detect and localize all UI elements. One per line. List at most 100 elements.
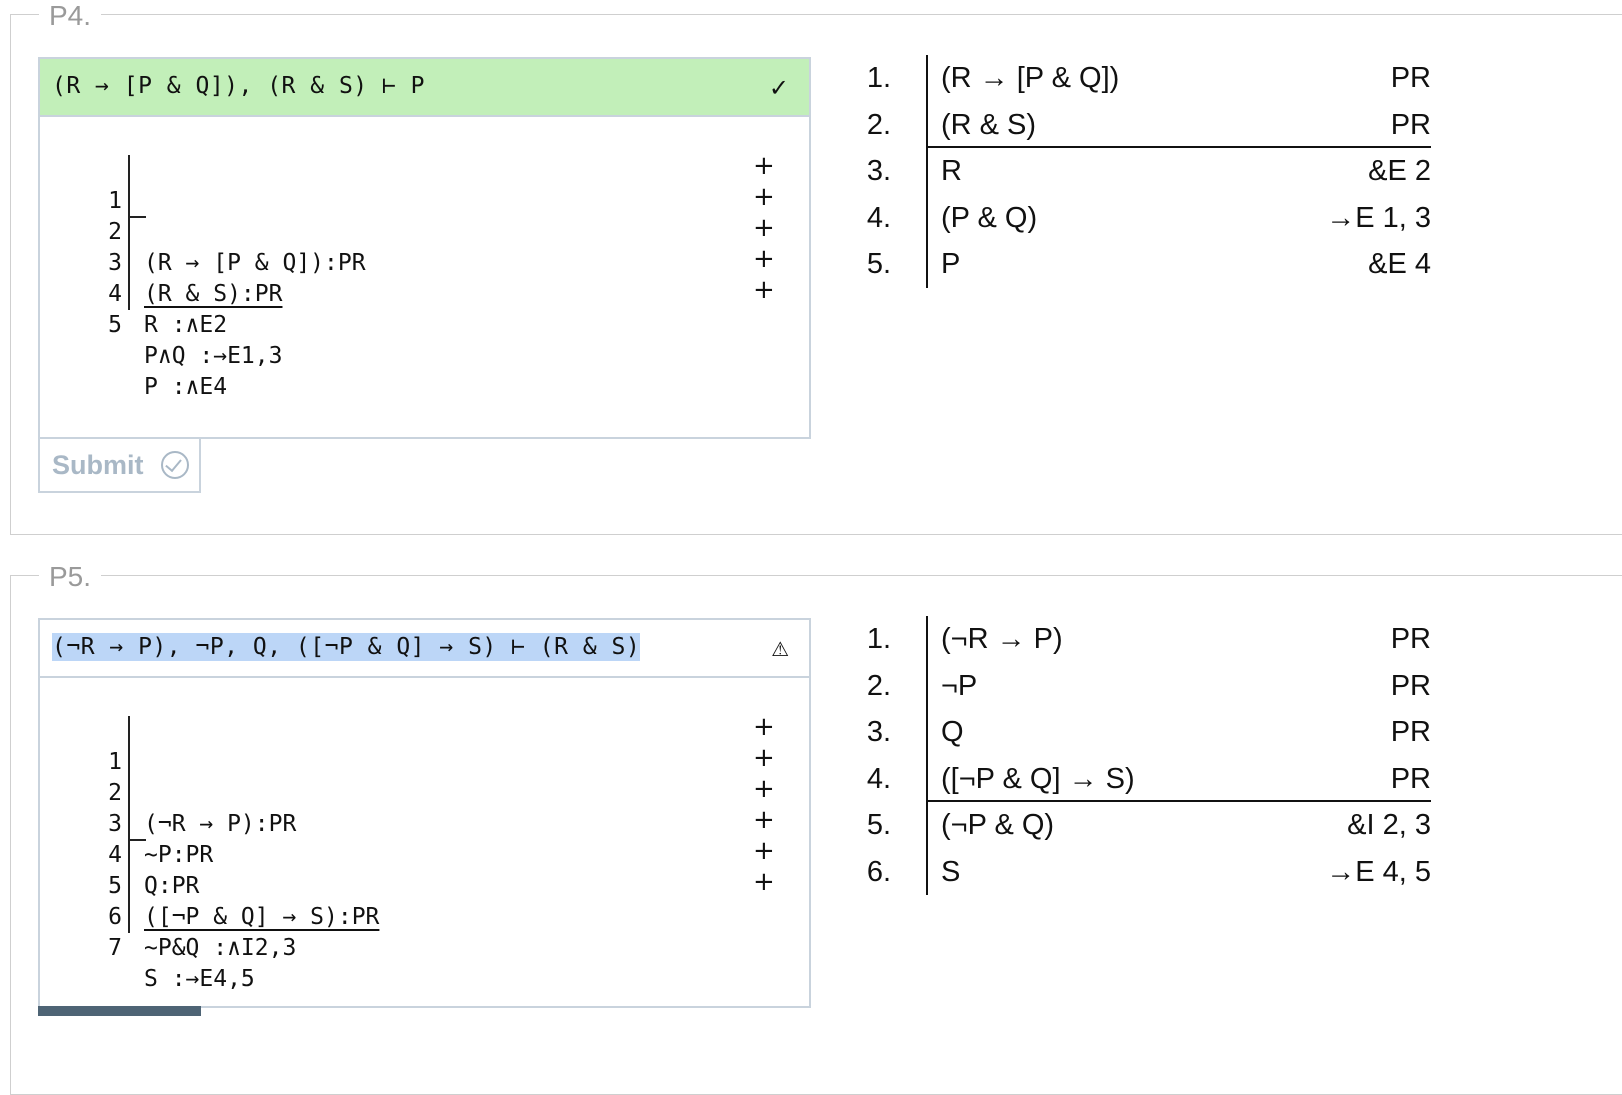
problem-label: P5. (39, 562, 102, 592)
proof-row: 3. R &E 2 (851, 148, 1431, 195)
proof-row: 2. ¬P PR (851, 662, 1431, 709)
add-line-button[interactable]: + (753, 774, 775, 805)
scope-bar (926, 802, 928, 849)
submit-label: Submit (52, 450, 144, 480)
proof-rule: →E 1, 3 (1326, 201, 1431, 234)
proof-formula: ¬P (941, 669, 978, 702)
scope-bar (926, 755, 928, 802)
add-line-button[interactable]: + (753, 712, 775, 743)
scope-bar (128, 248, 130, 279)
proof-formula: (P & Q) (941, 201, 1038, 234)
proof-rule: PR (1390, 762, 1431, 795)
submit-button[interactable] (38, 1006, 201, 1016)
scope-bar (926, 662, 928, 709)
proof-editor[interactable]: (R → [P & Q]), (R & S) ⊢ P ✓ 1 (R → [P &… (38, 57, 811, 439)
scope-bar (128, 840, 130, 871)
proof-row: 1. (R → [P & Q]) PR (851, 55, 1431, 102)
warning-icon: ⚠ (771, 637, 789, 661)
proof-row: 3. Q PR (851, 709, 1431, 756)
proof-rule: PR (1390, 108, 1431, 141)
sequent-header: (R → [P & Q]), (R & S) ⊢ P ✓ (40, 59, 809, 117)
proof-rule: PR (1390, 669, 1431, 702)
problem-label: P4. (39, 1, 102, 31)
rendered-proof: 1. (R → [P & Q]) PR 2. (R & S) PR 3. R &… (851, 55, 1431, 288)
scope-bar (128, 186, 130, 217)
proof-row-number: 3. (866, 716, 891, 748)
proof-formula: (¬R → P) (941, 623, 1063, 655)
scope-bar (128, 871, 130, 902)
proof-line[interactable]: 4 ([¬P & Q] → S):PR (96, 809, 379, 930)
add-line-button[interactable]: + (753, 805, 775, 836)
add-line-button[interactable]: + (753, 213, 775, 244)
proof-formula: P (941, 248, 961, 280)
proof-rule: &E 2 (1368, 155, 1431, 187)
proof-line[interactable]: 1 (R → [P & Q]):PR (96, 155, 366, 276)
add-line-button[interactable]: + (753, 836, 775, 867)
proof-formula: Q (941, 716, 964, 748)
proof-line[interactable]: 5 ~P&Q :∧I2,3 (96, 840, 296, 961)
scope-bar (926, 848, 928, 895)
scope-bar (926, 101, 928, 148)
proof-row-number: 5. (866, 809, 891, 841)
proof-row-number: 2. (866, 669, 891, 702)
check-icon: ✓ (768, 74, 789, 102)
scope-bar (926, 241, 928, 288)
proof-lines[interactable]: 1 (R → [P & Q]):PR 2 (R & S):PR 3 R :∧E2… (96, 155, 366, 400)
proof-line[interactable]: 1 (¬R → P):PR (96, 716, 296, 837)
proof-line[interactable]: 2 ~P:PR (96, 747, 276, 868)
scope-bar (926, 55, 928, 102)
sequent-header: (¬R → P), ¬P, Q, ([¬P & Q] → S) ⊢ (R & S… (40, 620, 809, 678)
add-line-button[interactable]: + (753, 151, 775, 182)
scope-bar (128, 279, 130, 310)
proof-row-number: 5. (866, 248, 891, 280)
proof-formula: R (941, 155, 962, 187)
line-number: 7 (108, 935, 122, 961)
proof-editor[interactable]: (¬R → P), ¬P, Q, ([¬P & Q] → S) ⊢ (R & S… (38, 618, 811, 1008)
proof-row-number: 6. (866, 855, 891, 888)
proof-line[interactable]: 2 (R & S):PR (96, 186, 282, 307)
proof-line[interactable]: 3 Q:PR (96, 778, 276, 899)
line-number: 5 (108, 312, 122, 338)
add-line-buttons: + + + + + + (753, 712, 775, 898)
add-line-button[interactable]: + (753, 275, 775, 306)
add-line-button[interactable]: + (753, 867, 775, 898)
add-line-button[interactable]: + (753, 244, 775, 275)
proof-line[interactable]: 4 P∧Q :→E1,3 (96, 248, 282, 369)
proof-row: 5. P &E 4 (851, 241, 1431, 288)
proof-line[interactable]: 5 P :∧E4 (96, 279, 276, 400)
proof-formula: (R & S) (941, 108, 1037, 141)
proof-row-number: 1. (866, 623, 891, 655)
proof-row-number: 4. (866, 201, 891, 234)
scope-bar (128, 217, 130, 248)
problem-p5: P5. (¬R → P), ¬P, Q, ([¬P & Q] → S) ⊢ (R… (10, 562, 1622, 1095)
proof-row-number: 1. (866, 62, 891, 94)
sequent-text: (¬R → P), ¬P, Q, ([¬P & Q] → S) ⊢ (R & S… (52, 633, 641, 661)
proof-line[interactable]: 7 (96, 902, 276, 961)
proof-row: 2. (R & S) PR (851, 101, 1431, 148)
proof-line[interactable]: 6 S :→E4,5 (96, 871, 276, 992)
add-line-buttons: + + + + + (753, 151, 775, 306)
scope-bar (128, 809, 130, 840)
scope-bar (926, 194, 928, 241)
problem-p4: P4. (R → [P & Q]), (R & S) ⊢ P ✓ 1 (R → … (10, 1, 1622, 535)
proof-rule: &I 2, 3 (1347, 809, 1431, 841)
check-circle-icon (161, 451, 189, 479)
submit-button[interactable]: Submit (38, 437, 201, 493)
proof-rule: →E 4, 5 (1326, 855, 1431, 888)
proof-formula: (R → [P & Q]) (941, 62, 1120, 94)
proof-lines[interactable]: 1 (¬R → P):PR 2 ~P:PR 3 Q:PR 4 ([¬P & Q]… (96, 716, 379, 992)
proof-rule: PR (1390, 623, 1431, 655)
add-line-button[interactable]: + (753, 182, 775, 213)
proof-row: 4. (P & Q) →E 1, 3 (851, 194, 1431, 241)
scope-bar (128, 778, 130, 809)
proof-formula: (¬P & Q) (941, 809, 1055, 841)
add-line-button[interactable]: + (753, 743, 775, 774)
proof-line[interactable]: 3 R :∧E2 (96, 217, 276, 338)
proof-row-number: 4. (866, 762, 891, 795)
proof-rule: PR (1390, 716, 1431, 748)
line-text[interactable]: P :∧E4 (144, 372, 227, 403)
scope-bar (128, 747, 130, 778)
proof-rule: PR (1390, 62, 1431, 94)
sequent-text: (R → [P & Q]), (R & S) ⊢ P (52, 73, 426, 99)
scope-bar (926, 148, 928, 195)
